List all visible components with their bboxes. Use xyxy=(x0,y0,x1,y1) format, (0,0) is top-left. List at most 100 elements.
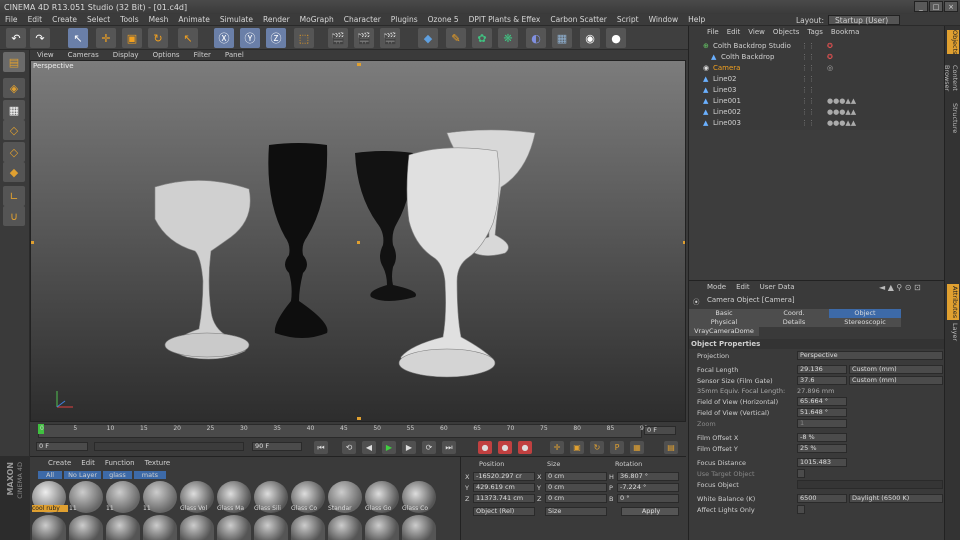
material-swatch[interactable] xyxy=(143,515,177,540)
play-icon[interactable]: ▶ xyxy=(382,441,396,454)
material-filter-all[interactable]: All xyxy=(38,471,63,479)
visibility-dots-icon[interactable]: ⋮⋮ xyxy=(801,97,815,105)
object-row[interactable]: ▲ Line003 ⋮⋮ ●●●▲▲ xyxy=(689,117,945,128)
tab-layer[interactable]: Layer xyxy=(947,322,959,342)
menu-tools[interactable]: Tools xyxy=(115,15,143,24)
attr-menu-edit[interactable]: Edit xyxy=(736,283,750,291)
objects-menu-view[interactable]: View xyxy=(748,28,765,36)
tab-object[interactable]: Object xyxy=(829,309,901,318)
menu-create[interactable]: Create xyxy=(47,15,82,24)
material-label[interactable]: 11 xyxy=(106,505,142,512)
snap-icon[interactable]: ∪ xyxy=(3,206,25,226)
camera-icon[interactable]: ◉ xyxy=(580,28,600,48)
white-balance-field[interactable]: 6500 xyxy=(797,494,847,503)
menu-select[interactable]: Select xyxy=(82,15,115,24)
key-position-icon[interactable]: ✛ xyxy=(550,441,564,454)
objects-menu-tags[interactable]: Tags xyxy=(807,28,823,36)
key-rotation-icon[interactable]: ↻ xyxy=(590,441,604,454)
object-row[interactable]: ▲ Line002 ⋮⋮ ●●●▲▲ xyxy=(689,106,945,117)
recent-tool-icon[interactable]: ↖ xyxy=(178,28,198,48)
material-swatch[interactable] xyxy=(180,515,214,540)
z-axis-icon[interactable]: Ⓩ xyxy=(266,28,286,48)
object-name[interactable]: Colth Backdrop Studio xyxy=(713,42,791,50)
timeline-window-icon[interactable]: ▤ xyxy=(664,441,678,454)
menu-simulate[interactable]: Simulate xyxy=(215,15,258,24)
focus-object-link[interactable] xyxy=(797,480,943,489)
menu-window[interactable]: Window xyxy=(644,15,684,24)
focal-length-preset[interactable]: Custom (mm) xyxy=(849,365,943,374)
tab-attributes[interactable]: Attributes xyxy=(947,284,959,320)
visibility-dots-icon[interactable]: ⋮⋮ xyxy=(801,75,815,83)
use-target-checkbox[interactable] xyxy=(797,469,805,478)
edges-mode-icon[interactable]: ◇ xyxy=(3,142,25,162)
frame-handle-left[interactable] xyxy=(31,241,34,244)
move-icon[interactable]: ✛ xyxy=(96,28,116,48)
film-offset-x-field[interactable]: -8 % xyxy=(797,433,847,442)
material-swatch[interactable] xyxy=(106,515,140,540)
rotation-b-field[interactable]: 0 ° xyxy=(617,494,679,503)
material-label[interactable]: Standar xyxy=(328,505,364,512)
compositing-tag-icon[interactable]: ✪ xyxy=(827,53,833,61)
material-menu-edit[interactable]: Edit xyxy=(81,459,95,467)
objects-menu-edit[interactable]: Edit xyxy=(727,28,741,36)
position-y-field[interactable]: 429.619 cm xyxy=(473,483,535,492)
material-label[interactable]: 11 xyxy=(69,505,105,512)
frame-handle-top[interactable] xyxy=(357,63,361,66)
pen-icon[interactable]: ✎ xyxy=(446,28,466,48)
menu-help[interactable]: Help xyxy=(683,15,710,24)
menu-ozone[interactable]: Ozone 5 xyxy=(423,15,464,24)
next-key-icon[interactable]: ⟳ xyxy=(422,441,436,454)
polygons-mode-icon[interactable]: ◆ xyxy=(3,162,25,182)
material-filter-mats[interactable]: mats xyxy=(133,471,167,479)
tab-details[interactable]: Details xyxy=(759,318,829,327)
deformer-icon[interactable]: ◐ xyxy=(526,28,546,48)
material-swatch[interactable] xyxy=(254,515,288,540)
viewport-menu-panel[interactable]: Panel xyxy=(218,51,251,59)
visibility-dots-icon[interactable]: ⋮⋮ xyxy=(801,53,815,61)
fov-v-field[interactable]: 51.648 ° xyxy=(797,408,847,417)
material-label[interactable]: Glass Co xyxy=(402,505,438,512)
autokey-icon[interactable]: ● xyxy=(498,441,512,454)
material-label[interactable]: 11 xyxy=(143,505,179,512)
tab-structure[interactable]: Structure xyxy=(947,102,959,134)
material-label[interactable]: Glass Vol xyxy=(180,505,216,512)
preview-range-slider[interactable] xyxy=(94,442,244,451)
object-name[interactable]: Camera xyxy=(713,64,740,72)
size-mode-dropdown[interactable]: Size xyxy=(545,507,607,516)
apply-button[interactable]: Apply xyxy=(621,507,679,516)
menu-plugins[interactable]: Plugins xyxy=(386,15,423,24)
x-axis-icon[interactable]: Ⓧ xyxy=(214,28,234,48)
current-frame-field[interactable]: 0 F xyxy=(36,442,88,451)
rotate-icon[interactable]: ↻ xyxy=(148,28,168,48)
rotation-p-field[interactable]: -7.224 ° xyxy=(617,483,679,492)
material-swatch[interactable] xyxy=(69,515,103,540)
viewport-menu-filter[interactable]: Filter xyxy=(187,51,218,59)
menu-mesh[interactable]: Mesh xyxy=(144,15,174,24)
tab-stereoscopic[interactable]: Stereoscopic xyxy=(829,318,901,327)
menu-render[interactable]: Render xyxy=(258,15,295,24)
next-frame-icon[interactable]: ▶ xyxy=(402,441,416,454)
timeline-end-frame[interactable]: 0 F xyxy=(644,426,676,435)
object-row[interactable]: ◉ Camera ⋮⋮ ◎ xyxy=(689,62,945,73)
subdivision-icon[interactable]: ✿ xyxy=(472,28,492,48)
objects-menu-bookmarks[interactable]: Bookma xyxy=(831,28,860,36)
layout-dropdown[interactable]: Startup (User) xyxy=(828,15,900,25)
menu-script[interactable]: Script xyxy=(612,15,644,24)
material-tags-icon[interactable]: ●●●▲▲ xyxy=(827,97,856,105)
attr-menu-user-data[interactable]: User Data xyxy=(760,283,795,291)
material-menu-texture[interactable]: Texture xyxy=(145,459,171,467)
menu-mograph[interactable]: MoGraph xyxy=(295,15,339,24)
coordinate-system-icon[interactable]: ⬚ xyxy=(294,28,314,48)
material-swatch[interactable] xyxy=(402,515,436,540)
frame-handle-center[interactable] xyxy=(357,241,360,244)
object-row[interactable]: ▲ Colth Backdrop ⋮⋮ ✪ xyxy=(689,51,945,62)
object-row[interactable]: ⊕ Colth Backdrop Studio ⋮⋮ ✪ xyxy=(689,40,945,51)
camera-tag-icon[interactable]: ◎ xyxy=(827,64,833,72)
axis-mode-icon[interactable]: ∟ xyxy=(3,186,25,206)
perspective-viewport[interactable] xyxy=(30,60,686,422)
render-settings-icon[interactable]: 🎬 xyxy=(380,28,400,48)
material-label[interactable]: Glass Sili xyxy=(254,505,290,512)
key-scale-icon[interactable]: ▣ xyxy=(570,441,584,454)
material-tags-icon[interactable]: ●●●▲▲ xyxy=(827,119,856,127)
focal-length-field[interactable]: 29.136 xyxy=(797,365,847,374)
